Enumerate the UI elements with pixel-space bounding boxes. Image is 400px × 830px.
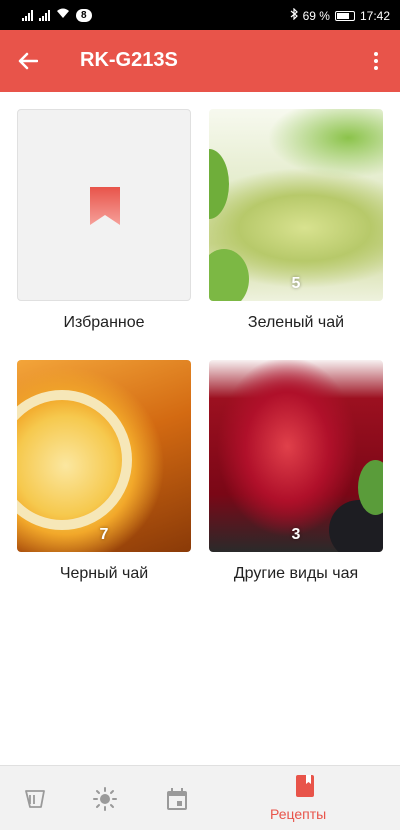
page-title: RK-G213S — [80, 49, 178, 71]
category-label: Зеленый чай — [247, 314, 345, 331]
category-tile-other-tea[interactable]: 3 — [209, 360, 383, 552]
nav-recipes-label[interactable]: Рецепты — [270, 806, 326, 822]
category-tile-favorites[interactable] — [17, 109, 191, 301]
category-label: Черный чай — [59, 565, 149, 582]
program-icon — [25, 789, 45, 808]
more-menu-button[interactable] — [366, 47, 386, 75]
category-label: Избранное — [63, 314, 145, 331]
app-bar: RK-G213S — [0, 30, 400, 92]
recipes-icon — [296, 775, 314, 797]
nav-schedule[interactable] — [157, 766, 197, 830]
category-tile-black-tea[interactable]: 7 — [17, 360, 191, 552]
notification-badge: 8 — [76, 8, 92, 22]
nav-lighting[interactable] — [85, 766, 125, 830]
category-label: Другие виды чая — [233, 565, 359, 582]
bottom-navigation: Рецепты — [0, 765, 400, 830]
calendar-icon — [167, 787, 187, 810]
category-tile-green-tea[interactable]: 5 — [209, 109, 383, 301]
status-bar: 8 69 % 17:42 — [0, 0, 400, 30]
bluetooth-icon — [290, 7, 298, 23]
nav-recipes[interactable] — [285, 766, 325, 806]
cell-signal-icon — [39, 9, 50, 21]
bookmark-icon — [90, 187, 120, 225]
recipe-count: 3 — [291, 526, 301, 543]
back-button[interactable] — [14, 47, 42, 75]
battery-percent: 69 % — [302, 8, 330, 23]
arrow-back-icon — [18, 52, 38, 70]
wifi-icon — [56, 8, 70, 22]
sun-icon — [93, 786, 117, 811]
recipe-count: 5 — [291, 275, 301, 292]
nav-program[interactable] — [15, 766, 55, 830]
recipe-count: 7 — [99, 526, 109, 543]
clock: 17:42 — [359, 8, 390, 23]
battery-icon — [334, 10, 355, 21]
cell-signal-icon — [22, 9, 33, 21]
more-vert-icon — [374, 52, 378, 56]
